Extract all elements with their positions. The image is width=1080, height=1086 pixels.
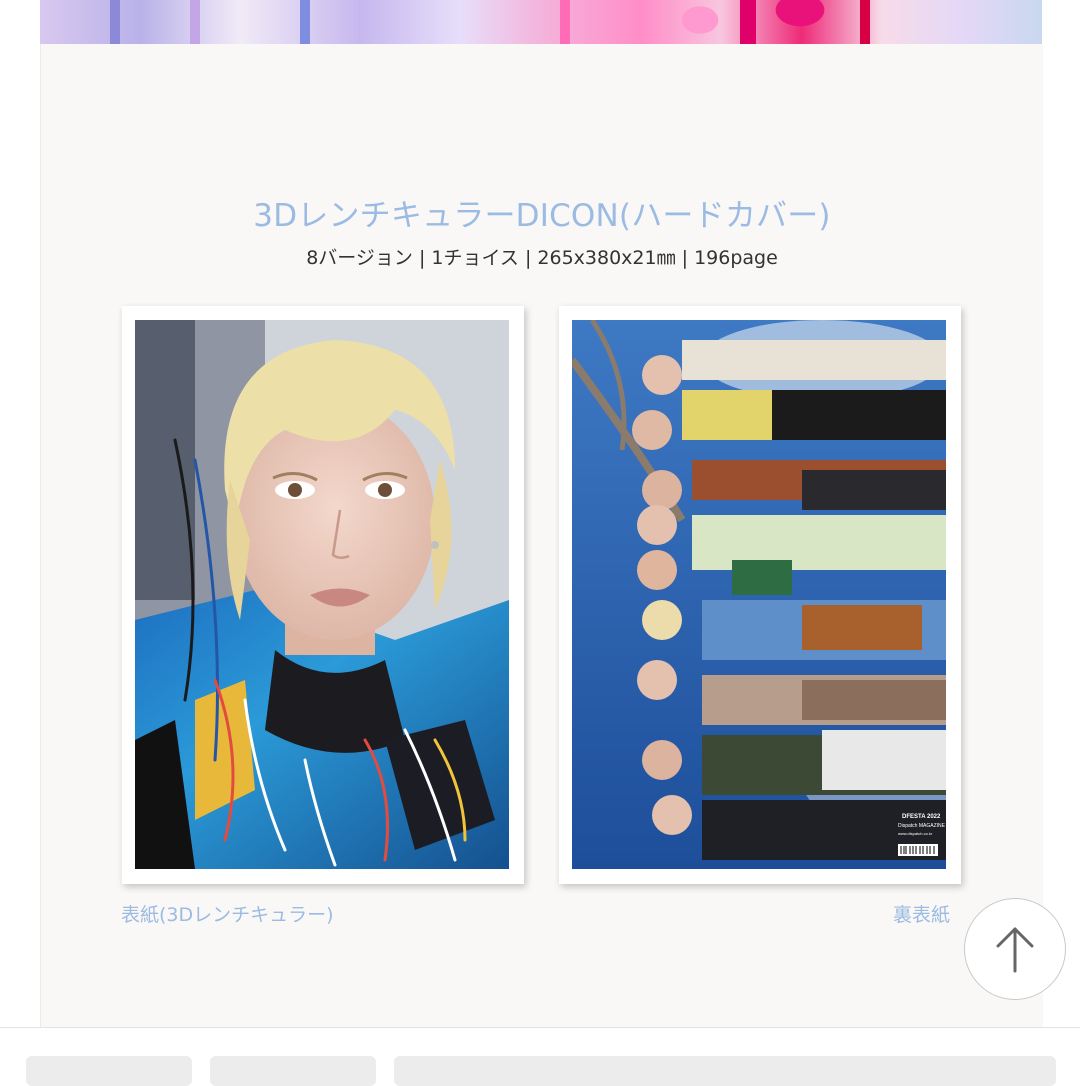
product-specs: 8バージョン | 1チョイス | 265x380x21㎜ | 196page: [306, 247, 778, 269]
banner-paint-stroke: [300, 0, 310, 44]
front-cover-image: [122, 306, 524, 884]
bottom-action-button[interactable]: [26, 1056, 192, 1086]
front-cover-caption: 表紙(3Dレンチキュラー): [121, 904, 334, 926]
bottom-action-button[interactable]: [210, 1056, 376, 1086]
bottom-primary-button[interactable]: [394, 1056, 1056, 1086]
back-cover-logo: DFESTA 2022: [902, 814, 941, 820]
back-cover-group-photo: DFESTA 2022 Dispatch MAGAZINE www.dispat…: [572, 320, 946, 869]
arrow-up-icon: [996, 927, 1034, 973]
front-cover-portrait: [135, 320, 509, 869]
banner-paint-stroke: [860, 0, 870, 44]
back-cover-url: www.dispatch.co.kr: [898, 831, 933, 836]
banner-paint-stroke: [190, 0, 200, 44]
scroll-to-top-button[interactable]: [964, 898, 1066, 1000]
banner-paint-stroke: [560, 0, 570, 44]
back-cover-image: DFESTA 2022 Dispatch MAGAZINE www.dispat…: [559, 306, 961, 884]
banner-paint-stroke: [110, 0, 120, 44]
back-cover-magazine: Dispatch MAGAZINE: [898, 823, 946, 829]
banner-paint-stroke: [740, 0, 756, 44]
product-title: 3DレンチキュラーDICON(ハードカバー): [253, 198, 831, 234]
product-detail-page: 3DレンチキュラーDICON(ハードカバー) 8バージョン | 1チョイス | …: [0, 0, 1080, 1086]
back-cover-caption: 裏表紙: [893, 904, 951, 926]
graffiti-banner-image: [40, 0, 1042, 44]
